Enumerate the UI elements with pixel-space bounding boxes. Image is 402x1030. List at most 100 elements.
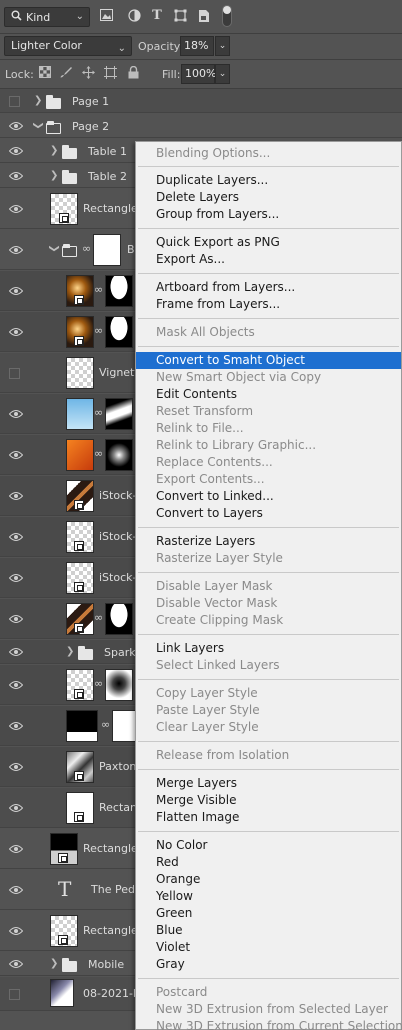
menu-item-3d-extrusion-selected-layer[interactable]: New 3D Extrusion from Selected Layer bbox=[136, 1001, 401, 1018]
eye-icon[interactable] bbox=[9, 680, 23, 690]
eye-icon[interactable] bbox=[9, 245, 23, 255]
menu-item-yellow[interactable]: Yellow bbox=[136, 888, 401, 905]
menu-item-violet[interactable]: Violet bbox=[136, 939, 401, 956]
eye-icon[interactable] bbox=[9, 959, 23, 969]
menu-item-3d-extrusion-current-selection[interactable]: New 3D Extrusion from Current Selection bbox=[136, 1018, 402, 1030]
lock-artboard-icon[interactable] bbox=[103, 66, 117, 80]
menu-item-convert-to-linked[interactable]: Convert to Linked... bbox=[136, 488, 401, 505]
menu-item-relink-to-library-graphic[interactable]: Relink to Library Graphic... bbox=[136, 437, 401, 454]
eye-icon[interactable] bbox=[9, 885, 23, 895]
eye-icon[interactable] bbox=[9, 146, 23, 156]
eye-icon[interactable] bbox=[9, 409, 23, 419]
chevron-down-icon[interactable]: ❯ bbox=[49, 244, 60, 252]
menu-item-merge-visible[interactable]: Merge Visible bbox=[136, 792, 401, 809]
menu-item-create-clipping-mask[interactable]: Create Clipping Mask bbox=[136, 612, 401, 629]
eye-icon[interactable] bbox=[9, 647, 23, 657]
layer-row-page-2[interactable]: ❯ Page 2 bbox=[0, 114, 402, 138]
menu-item-disable-layer-mask[interactable]: Disable Layer Mask bbox=[136, 578, 401, 595]
blend-mode-select[interactable]: Lighter Color ⌄ bbox=[4, 36, 132, 56]
menu-item-postcard[interactable]: Postcard bbox=[136, 984, 401, 1001]
eye-icon[interactable] bbox=[9, 844, 23, 854]
menu-item-blending-options[interactable]: Blending Options... bbox=[136, 145, 401, 162]
visibility-toggle-empty[interactable] bbox=[9, 368, 20, 379]
menu-separator bbox=[138, 346, 399, 347]
menu-item-duplicate-layers[interactable]: Duplicate Layers... bbox=[136, 172, 401, 189]
menu-item-quick-export-png[interactable]: Quick Export as PNG bbox=[136, 234, 401, 251]
menu-item-group-from-layers[interactable]: Group from Layers... bbox=[136, 206, 401, 223]
smart-object-filter-icon[interactable] bbox=[197, 9, 211, 23]
menu-item-artboard-from-layers[interactable]: Artboard from Layers... bbox=[136, 279, 401, 296]
visibility-toggle-empty[interactable] bbox=[9, 96, 20, 107]
menu-item-export-as[interactable]: Export As... bbox=[136, 251, 401, 268]
menu-item-mask-all-objects[interactable]: Mask All Objects bbox=[136, 324, 401, 341]
menu-item-flatten-image[interactable]: Flatten Image bbox=[136, 809, 401, 826]
menu-item-merge-layers[interactable]: Merge Layers bbox=[136, 775, 401, 792]
eye-icon[interactable] bbox=[9, 614, 23, 624]
chevron-down-icon[interactable]: ❯ bbox=[33, 121, 44, 129]
menu-item-replace-contents[interactable]: Replace Contents... bbox=[136, 454, 401, 471]
eye-icon[interactable] bbox=[9, 926, 23, 936]
menu-item-no-color[interactable]: No Color bbox=[136, 837, 401, 854]
visibility-toggle-empty[interactable] bbox=[9, 989, 20, 1000]
menu-item-copy-layer-style[interactable]: Copy Layer Style bbox=[136, 685, 401, 702]
menu-item-relink-to-file[interactable]: Relink to File... bbox=[136, 420, 401, 437]
fill-input[interactable]: 100% bbox=[181, 64, 216, 84]
menu-item-edit-contents[interactable]: Edit Contents bbox=[136, 386, 401, 403]
lock-position-icon[interactable] bbox=[81, 66, 95, 80]
menu-item-link-layers[interactable]: Link Layers bbox=[136, 640, 401, 657]
filter-kind-select[interactable]: Kind ⌄ bbox=[4, 7, 90, 27]
menu-item-red[interactable]: Red bbox=[136, 854, 401, 871]
shape-filter-icon[interactable] bbox=[173, 9, 187, 23]
filter-toggle-switch[interactable] bbox=[222, 5, 232, 27]
menu-item-frame-from-layers[interactable]: Frame from Layers... bbox=[136, 296, 401, 313]
eye-icon[interactable] bbox=[9, 121, 23, 131]
opacity-input[interactable]: 18% bbox=[180, 36, 214, 56]
eye-icon[interactable] bbox=[9, 573, 23, 583]
chevron-down-icon: ⌄ bbox=[117, 43, 126, 54]
layer-thumbnail bbox=[66, 357, 94, 389]
menu-item-rasterize-layers[interactable]: Rasterize Layers bbox=[136, 533, 401, 550]
menu-item-select-linked-layers[interactable]: Select Linked Layers bbox=[136, 657, 401, 674]
eye-icon[interactable] bbox=[9, 327, 23, 337]
lock-image-pixels-icon[interactable] bbox=[59, 66, 73, 80]
layer-row-page-1[interactable]: ❯ Page 1 bbox=[0, 89, 402, 113]
menu-item-reset-transform[interactable]: Reset Transform bbox=[136, 403, 401, 420]
menu-item-export-contents[interactable]: Export Contents... bbox=[136, 471, 401, 488]
menu-item-disable-vector-mask[interactable]: Disable Vector Mask bbox=[136, 595, 401, 612]
link-icon: ∞ bbox=[94, 283, 104, 296]
menu-item-rasterize-layer-style[interactable]: Rasterize Layer Style bbox=[136, 550, 401, 567]
menu-item-new-smart-object-via-copy[interactable]: New Smart Object via Copy bbox=[136, 369, 401, 386]
chevron-right-icon[interactable]: ❯ bbox=[34, 95, 42, 106]
eye-icon[interactable] bbox=[9, 762, 23, 772]
menu-item-convert-to-smart-object[interactable]: Convert to Smaht Object bbox=[136, 352, 401, 369]
image-filter-icon[interactable] bbox=[99, 9, 113, 23]
menu-item-paste-layer-style[interactable]: Paste Layer Style bbox=[136, 702, 401, 719]
menu-item-delete-layers[interactable]: Delete Layers bbox=[136, 189, 401, 206]
lock-all-icon[interactable] bbox=[126, 65, 140, 80]
eye-icon[interactable] bbox=[9, 491, 23, 501]
chevron-right-icon[interactable]: ❯ bbox=[50, 145, 58, 156]
eye-icon[interactable] bbox=[9, 803, 23, 813]
menu-item-orange[interactable]: Orange bbox=[136, 871, 401, 888]
eye-icon[interactable] bbox=[9, 204, 23, 214]
eye-icon[interactable] bbox=[9, 721, 23, 731]
eye-icon[interactable] bbox=[9, 450, 23, 460]
menu-item-gray[interactable]: Gray bbox=[136, 956, 401, 973]
adjustment-filter-icon[interactable] bbox=[127, 9, 141, 23]
eye-icon[interactable] bbox=[9, 532, 23, 542]
menu-item-release-from-isolation[interactable]: Release from Isolation bbox=[136, 747, 401, 764]
chevron-right-icon[interactable]: ❯ bbox=[50, 170, 58, 181]
menu-item-green[interactable]: Green bbox=[136, 905, 401, 922]
chevron-right-icon[interactable]: ❯ bbox=[50, 958, 58, 969]
fill-dropdown-button[interactable]: ⌄ bbox=[215, 64, 230, 84]
type-filter-icon[interactable]: T bbox=[150, 9, 164, 23]
opacity-dropdown-button[interactable]: ⌄ bbox=[215, 36, 230, 56]
group-mask-thumbnail bbox=[93, 234, 121, 266]
menu-item-blue[interactable]: Blue bbox=[136, 922, 401, 939]
chevron-right-icon[interactable]: ❯ bbox=[66, 646, 74, 657]
eye-icon[interactable] bbox=[9, 286, 23, 296]
lock-transparent-pixels-icon[interactable] bbox=[38, 66, 52, 80]
menu-item-convert-to-layers[interactable]: Convert to Layers bbox=[136, 505, 401, 522]
menu-item-clear-layer-style[interactable]: Clear Layer Style bbox=[136, 719, 401, 736]
eye-icon[interactable] bbox=[9, 171, 23, 181]
